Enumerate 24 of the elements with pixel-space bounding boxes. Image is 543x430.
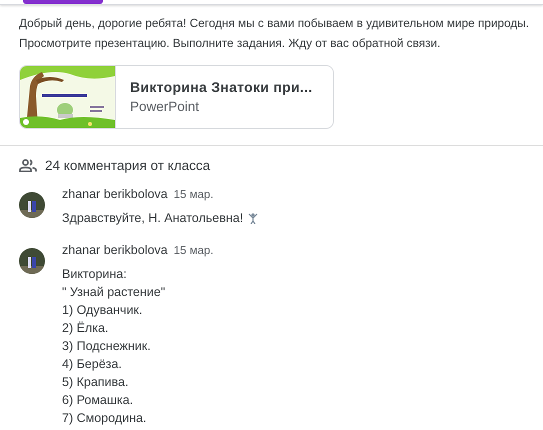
comment-text: 2) Ёлка. xyxy=(62,320,108,337)
comment-text: 3) Подснежник. xyxy=(62,338,151,355)
comment-text: 7) Смородина. xyxy=(62,410,146,427)
attachment-title: Викторина Знатоки при... xyxy=(130,79,312,95)
emoji-icon xyxy=(248,212,258,224)
comment-date: 15 мар. xyxy=(174,189,214,201)
attachment-card[interactable]: Викторина Знатоки при... PowerPoint xyxy=(19,65,334,129)
comment-text: 6) Ромашка. xyxy=(62,392,134,409)
comments-count[interactable]: 24 комментария от класса xyxy=(45,158,210,173)
comment-text: Здравствуйте, Н. Анатольевна! xyxy=(62,210,244,227)
comment-text: Викторина: xyxy=(62,266,127,283)
description-text: Просмотрите презентацию. Выполните задания. Жду от вас обратной связи. xyxy=(19,35,442,52)
comment-text: " Узнай растение" xyxy=(62,284,166,301)
comment-text: 5) Крапива. xyxy=(62,374,128,391)
avatar-icon[interactable] xyxy=(19,248,45,274)
people-icon xyxy=(19,159,37,172)
comment-text: 4) Берёза. xyxy=(62,356,122,373)
author-name: zhanar berikbolova xyxy=(62,187,168,201)
author-name: zhanar berikbolova xyxy=(62,243,168,257)
comment-text: 1) Одуванчик. xyxy=(62,302,142,319)
description-text: Добрый день, дорогие ребята! Сегодня мы с вами побываем в удивительном мире природы. xyxy=(19,15,530,32)
comment-date: 15 мар. xyxy=(174,245,214,257)
avatar-icon[interactable] xyxy=(19,192,45,218)
attachment-type: PowerPoint xyxy=(130,99,200,114)
